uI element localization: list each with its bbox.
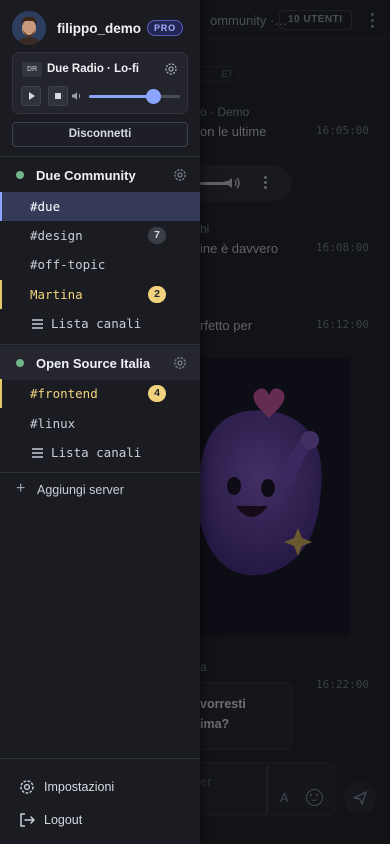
channel-label: #linux xyxy=(30,416,76,431)
gear-icon[interactable] xyxy=(172,167,188,183)
logout-button[interactable]: Logout xyxy=(0,807,200,833)
channel-list-link[interactable]: Lista canali xyxy=(0,309,200,338)
unread-count-badge: 4 xyxy=(148,385,166,402)
disconnect-button[interactable]: Disconnetti xyxy=(12,122,188,147)
unread-count-badge: 2 xyxy=(148,286,166,303)
message-author: a xyxy=(200,660,207,674)
volume-thumb[interactable] xyxy=(145,89,161,104)
composer-divider xyxy=(266,765,268,813)
audio-progress xyxy=(200,182,226,185)
channel-label: #frontend xyxy=(30,386,98,401)
message-author: hi xyxy=(200,222,210,236)
channel-item-frontend[interactable]: #frontend 4 xyxy=(0,379,200,408)
play-button[interactable] xyxy=(21,86,41,106)
gear-icon[interactable] xyxy=(172,355,188,371)
gear-icon[interactable] xyxy=(163,61,179,77)
server-name: Open Source Italia xyxy=(36,356,151,371)
text-format-icon[interactable]: A xyxy=(280,790,289,805)
divider xyxy=(0,156,200,157)
message-text: rfetto per xyxy=(200,318,253,333)
channel-list-label: Lista canali xyxy=(51,316,142,331)
channel-item-design[interactable]: #design 7 xyxy=(0,221,200,250)
composer-placeholder: er xyxy=(200,774,212,789)
volume-slider[interactable] xyxy=(89,89,180,104)
poll-card[interactable] xyxy=(190,682,292,750)
channel-item-linux[interactable]: #linux xyxy=(0,409,200,438)
send-button[interactable] xyxy=(344,782,376,814)
server-header-due-community[interactable]: Due Community xyxy=(0,158,200,192)
logout-label: Logout xyxy=(44,813,83,827)
username: filippo_demo xyxy=(57,20,141,36)
divider xyxy=(0,472,200,473)
send-icon xyxy=(353,791,367,805)
side-drawer: filippo_demo PRO DR Due Radio · Lo-fi Di… xyxy=(0,0,200,844)
stop-button[interactable] xyxy=(48,86,68,106)
settings-button[interactable]: Impostazioni xyxy=(0,774,200,800)
divider xyxy=(0,758,200,759)
radio-logo: DR xyxy=(22,62,42,77)
speaker-icon[interactable] xyxy=(224,176,240,190)
radio-station-name: Due Radio · Lo-fi xyxy=(47,63,139,75)
audio-more-icon[interactable] xyxy=(262,176,268,190)
poll-question-line: ima? xyxy=(200,717,230,731)
users-badge[interactable]: 10 UTENTI xyxy=(279,10,352,30)
settings-label: Impostazioni xyxy=(44,780,115,794)
direct-message-martina[interactable]: Martina 2 xyxy=(0,280,200,309)
channel-label: #design xyxy=(30,228,83,243)
server-name: Due Community xyxy=(36,168,136,183)
server-header-open-source-italia[interactable]: Open Source Italia xyxy=(0,346,200,380)
add-server-button[interactable]: + Aggiungi server xyxy=(0,478,200,504)
channel-list-label: Lista canali xyxy=(51,445,142,460)
play-icon xyxy=(29,92,35,100)
channel-item-off-topic[interactable]: #off-topic xyxy=(0,250,200,279)
chat-title: ommunity ·… xyxy=(210,13,288,28)
message-time: 16:22:00 xyxy=(316,678,369,691)
message-time: 16:05:00 xyxy=(316,124,369,137)
list-icon xyxy=(32,448,43,458)
channel-label: Martina xyxy=(30,287,83,302)
online-status-dot xyxy=(16,171,24,179)
radio-player-card: DR Due Radio · Lo-fi xyxy=(12,52,188,114)
emoji-icon[interactable] xyxy=(306,789,323,806)
divider xyxy=(0,344,200,345)
unread-count-badge: 7 xyxy=(148,227,166,244)
volume-icon xyxy=(72,92,81,100)
user-header: filippo_demo PRO xyxy=(12,10,183,46)
gear-icon xyxy=(20,780,34,794)
channel-label: #off-topic xyxy=(30,257,106,272)
online-status-dot xyxy=(16,359,24,367)
more-vertical-icon[interactable] xyxy=(366,12,378,28)
message-time: 16:12:00 xyxy=(316,318,369,331)
message-text: ine è davvero xyxy=(200,241,279,256)
channel-item-due[interactable]: #due xyxy=(0,192,200,221)
message-time: 16:08:00 xyxy=(316,241,369,254)
volume-fill xyxy=(89,95,153,98)
avatar[interactable] xyxy=(12,11,46,45)
pro-badge: PRO xyxy=(147,20,183,36)
channel-list-link[interactable]: Lista canali xyxy=(0,438,200,467)
channel-label: #due xyxy=(30,199,61,214)
add-server-label: Aggiungi server xyxy=(37,483,124,497)
logout-icon xyxy=(20,813,35,827)
stop-icon xyxy=(55,93,61,99)
poll-question-line: vorresti xyxy=(200,697,246,711)
message-text: on le ultime xyxy=(200,124,267,139)
message-author: o · Demo xyxy=(200,105,250,119)
list-icon xyxy=(32,319,43,329)
plus-icon: + xyxy=(16,480,26,497)
